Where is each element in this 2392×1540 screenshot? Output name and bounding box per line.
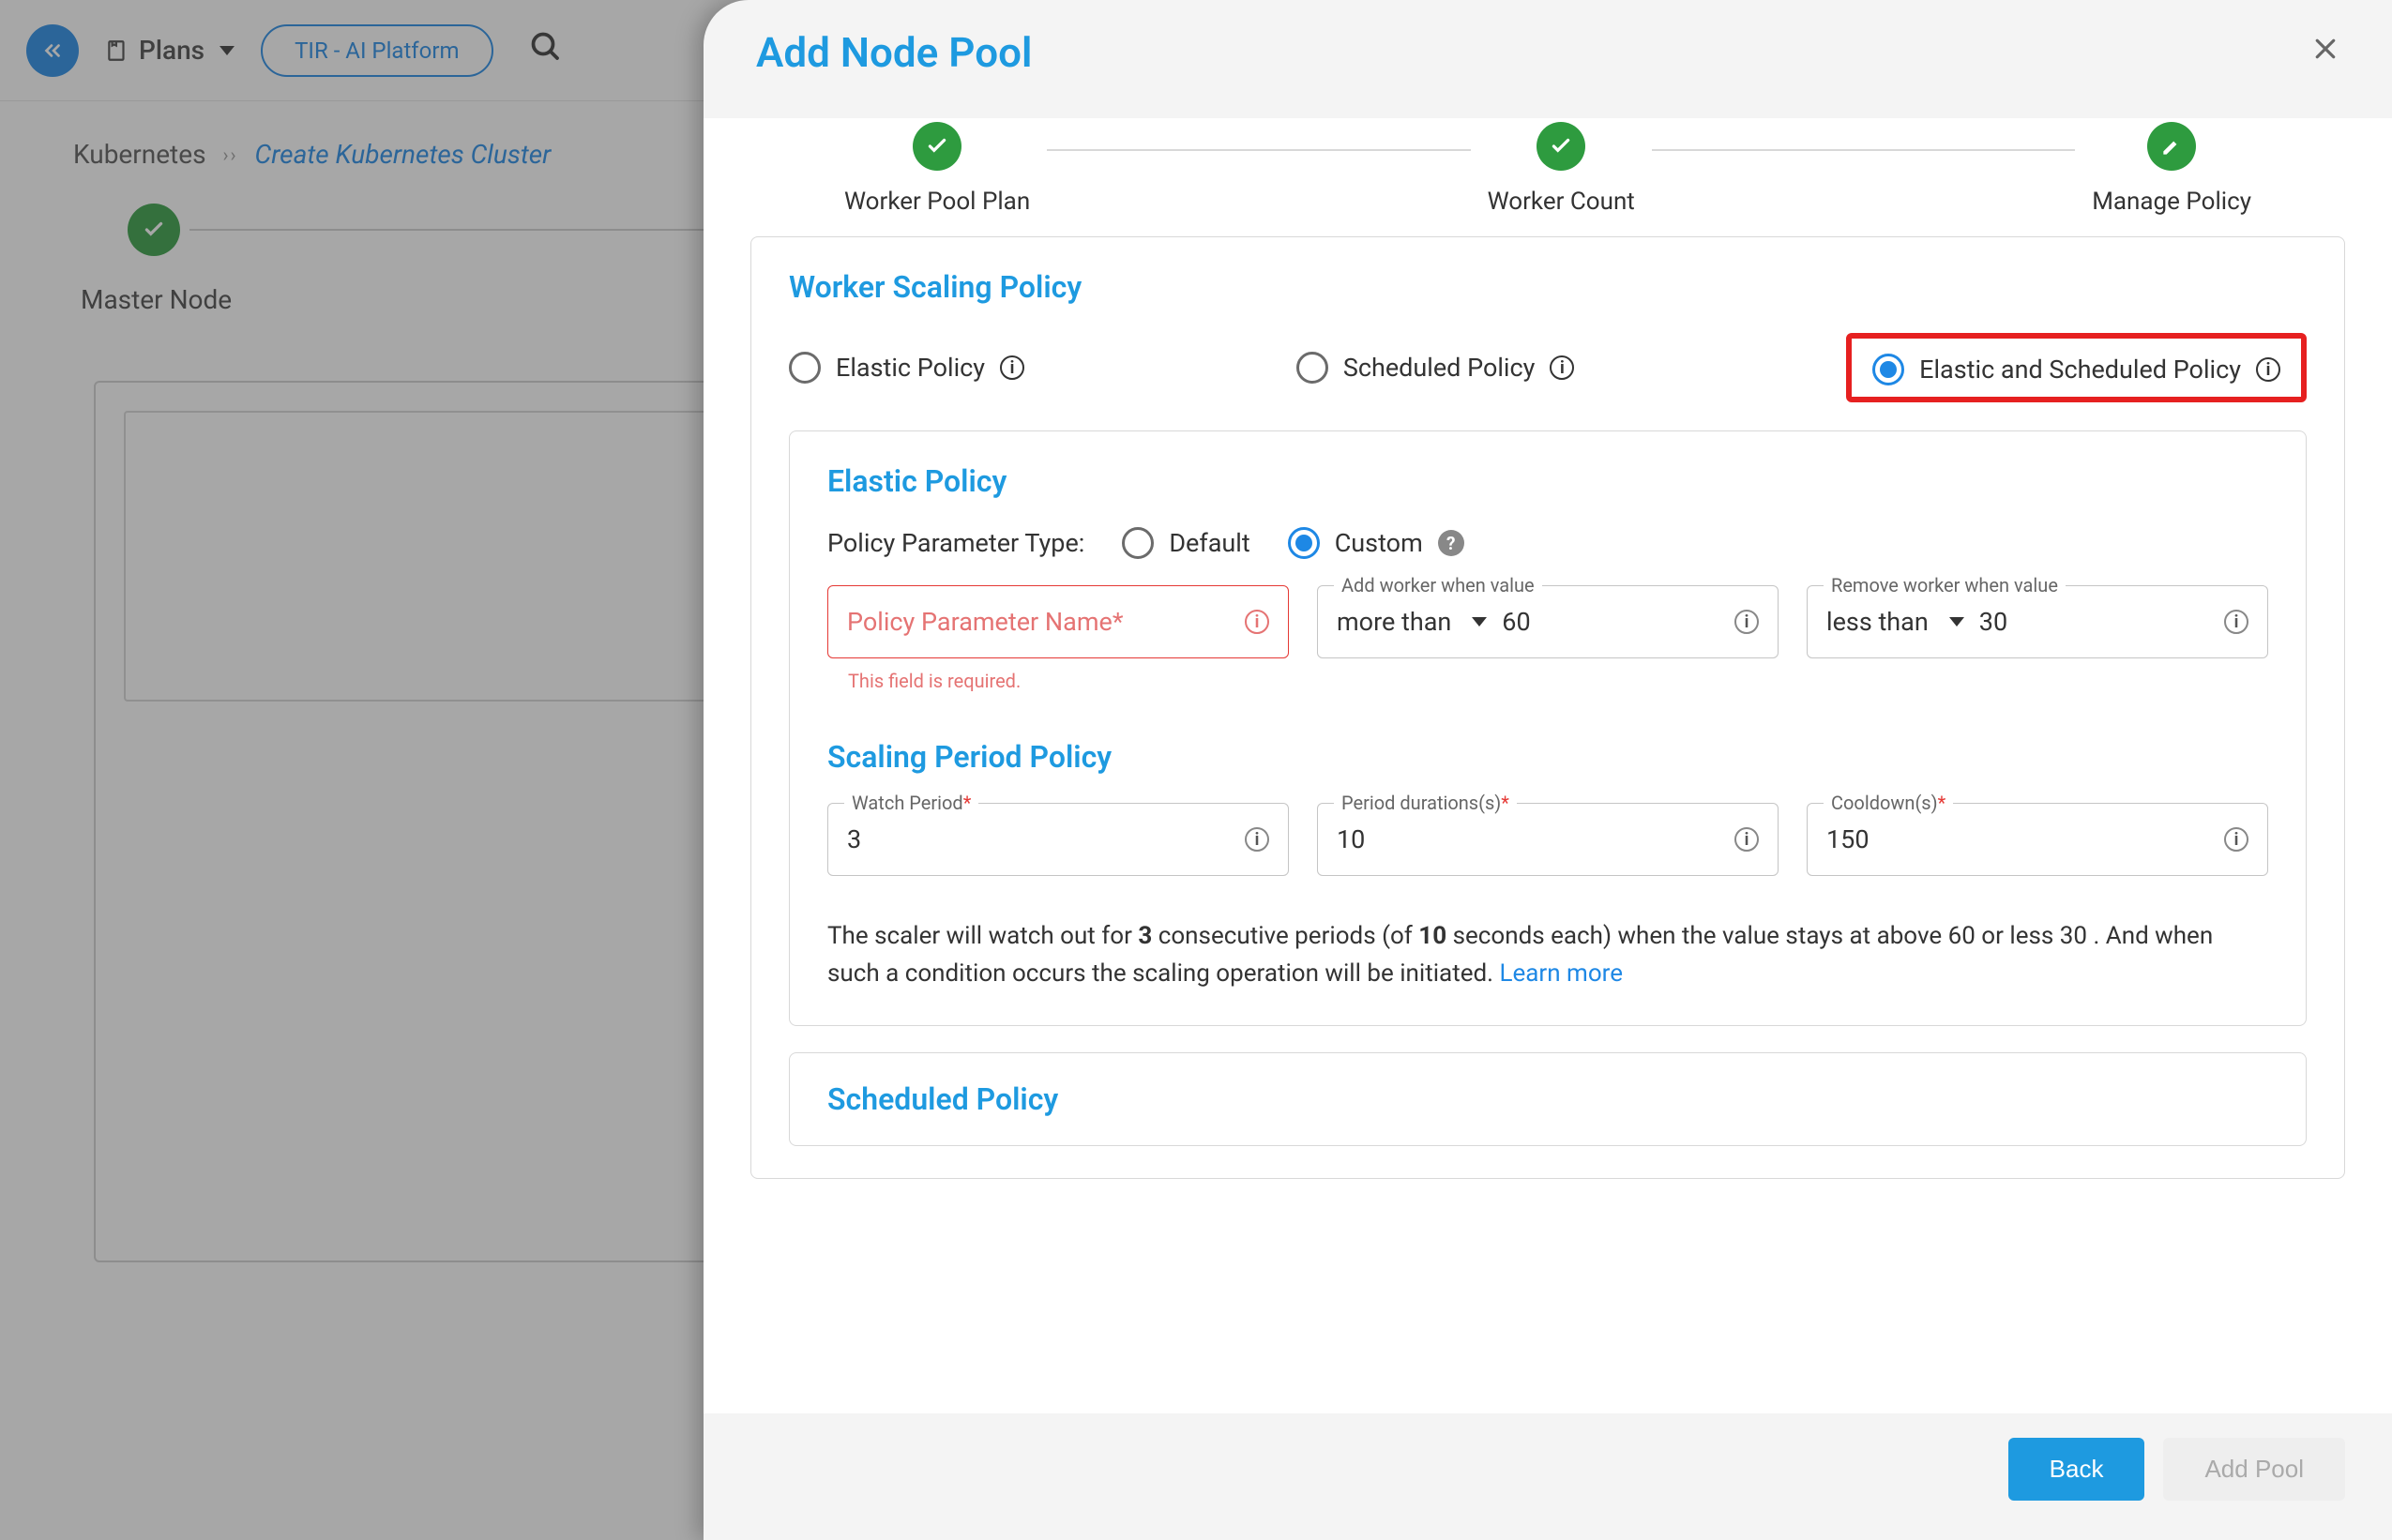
chevron-down-icon — [1949, 617, 1964, 627]
radio-elastic-label: Elastic Policy — [836, 353, 985, 383]
spp-title: Scaling Period Policy — [827, 739, 2268, 775]
elastic-title: Elastic Policy — [827, 463, 2268, 499]
add-cond: more than — [1337, 607, 1451, 637]
radio-both-highlight: Elastic and Scheduled Policy i — [1846, 333, 2307, 402]
step-manage-policy[interactable]: Manage Policy — [2092, 122, 2251, 216]
duration-field: Period durations(s)* 10 i — [1317, 803, 1779, 876]
param-type-label: Policy Parameter Type: — [827, 528, 1084, 558]
remove-cond: less than — [1826, 607, 1929, 637]
add-node-pool-modal: Add Node Pool Worker Pool Plan Worker Co… — [704, 0, 2392, 1540]
radio-both[interactable]: Elastic and Scheduled Policy i — [1872, 354, 2280, 385]
worker-scaling-policy-card: Worker Scaling Policy Elastic Policy i S… — [750, 236, 2345, 1179]
step-worker-count[interactable]: Worker Count — [1488, 122, 1635, 216]
add-pool-button: Add Pool — [2163, 1438, 2345, 1501]
step1-label: Worker Pool Plan — [844, 188, 1030, 216]
watch-value: 3 — [847, 824, 861, 854]
param-type-row: Policy Parameter Type: Default Custom ? — [827, 527, 2268, 559]
scheduled-policy-card[interactable]: Scheduled Policy — [789, 1052, 2307, 1146]
modal-title: Add Node Pool — [756, 28, 1032, 77]
info-icon[interactable]: i — [2256, 357, 2280, 382]
info-icon[interactable]: i — [1245, 827, 1269, 852]
back-button[interactable]: Back — [2008, 1438, 2145, 1501]
scaler-description: The scaler will watch out for 3 consecut… — [827, 917, 2268, 993]
radio-default-label: Default — [1169, 528, 1249, 558]
radio-scheduled[interactable]: Scheduled Policy i — [1296, 352, 1575, 384]
wsp-title: Worker Scaling Policy — [789, 269, 2307, 305]
param-name-field: Policy Parameter Name* i This field is r… — [827, 585, 1289, 692]
step-worker-pool-plan[interactable]: Worker Pool Plan — [844, 122, 1030, 216]
check-icon — [1549, 134, 1573, 159]
scheduled-title: Scheduled Policy — [827, 1081, 2268, 1117]
learn-more-link[interactable]: Learn more — [1499, 959, 1623, 988]
modal-header: Add Node Pool — [704, 0, 2392, 118]
radio-custom[interactable]: Custom ? — [1288, 527, 1464, 559]
elastic-fields: Policy Parameter Name* i This field is r… — [827, 585, 2268, 692]
remove-value: 30 — [1979, 607, 2007, 637]
help-icon[interactable]: ? — [1438, 530, 1464, 556]
cooldown-field: Cooldown(s)* 150 i — [1807, 803, 2268, 876]
param-name-input[interactable]: Policy Parameter Name* i — [827, 585, 1289, 658]
close-button[interactable] — [2311, 34, 2339, 71]
modal-footer: Back Add Pool — [704, 1413, 2392, 1540]
policy-radio-row: Elastic Policy i Scheduled Policy i Elas… — [789, 333, 2307, 402]
step3-label: Manage Policy — [2092, 188, 2251, 216]
param-name-error: This field is required. — [827, 670, 1289, 692]
dur-label: Period durations(s) — [1341, 792, 1501, 814]
radio-custom-label: Custom — [1335, 528, 1423, 558]
info-icon[interactable]: i — [1550, 355, 1574, 380]
radio-both-label: Elastic and Scheduled Policy — [1919, 355, 2241, 385]
spp-fields: Watch Period* 3 i Period durations(s)* 1… — [827, 803, 2268, 876]
info-icon[interactable]: i — [1734, 827, 1759, 852]
watch-period-field: Watch Period* 3 i — [827, 803, 1289, 876]
info-icon[interactable]: i — [2224, 827, 2248, 852]
info-icon[interactable]: i — [2224, 610, 2248, 634]
modal-body: Worker Scaling Policy Elastic Policy i S… — [704, 236, 2392, 1413]
check-icon — [925, 134, 949, 159]
dur-value: 10 — [1337, 824, 1365, 854]
watch-label: Watch Period — [852, 792, 963, 814]
add-worker-field: Add worker when value more than 60 i — [1317, 585, 1779, 692]
remove-worker-label: Remove worker when value — [1824, 574, 2066, 596]
info-icon[interactable]: i — [1734, 610, 1759, 634]
radio-default[interactable]: Default — [1122, 527, 1249, 559]
add-worker-label: Add worker when value — [1334, 574, 1542, 596]
step2-label: Worker Count — [1488, 188, 1635, 216]
close-icon — [2311, 35, 2339, 63]
pencil-icon — [2159, 134, 2184, 159]
cooldown-label: Cooldown(s) — [1831, 792, 1938, 814]
modal-stepper: Worker Pool Plan Worker Count Manage Pol… — [704, 118, 2392, 236]
info-icon[interactable]: i — [1000, 355, 1024, 380]
elastic-policy-card: Elastic Policy Policy Parameter Type: De… — [789, 430, 2307, 1026]
remove-worker-field: Remove worker when value less than 30 i — [1807, 585, 2268, 692]
add-value: 60 — [1502, 607, 1530, 637]
info-icon[interactable]: i — [1245, 610, 1269, 634]
cooldown-value: 150 — [1826, 824, 1870, 854]
param-name-placeholder: Policy Parameter Name* — [847, 607, 1123, 637]
radio-elastic[interactable]: Elastic Policy i — [789, 352, 1024, 384]
radio-scheduled-label: Scheduled Policy — [1343, 353, 1536, 383]
chevron-down-icon — [1472, 617, 1487, 627]
